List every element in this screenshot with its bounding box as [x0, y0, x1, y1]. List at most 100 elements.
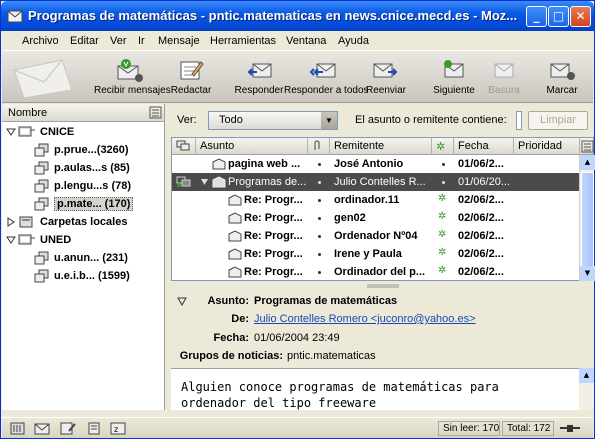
- menu-herramientas[interactable]: Herramientas: [210, 35, 276, 47]
- newsgroup-icon: [34, 251, 49, 265]
- column-picker-icon[interactable]: [581, 140, 594, 153]
- scroll-up-icon[interactable]: ▲: [579, 368, 594, 383]
- attachment-dot: [318, 181, 321, 184]
- pane-splitter-horizontal[interactable]: [171, 281, 594, 291]
- message-icon: [212, 176, 226, 188]
- search-input[interactable]: [516, 111, 522, 130]
- status-dot: [442, 181, 445, 184]
- priority-column-header[interactable]: Prioridad: [514, 138, 580, 155]
- reply-all-button[interactable]: Responder a todos: [284, 58, 369, 96]
- address-book-icon[interactable]: [86, 422, 102, 435]
- thread-row[interactable]: Re: Progr... ordinador.11 ✲ 02/06/2...: [172, 191, 580, 209]
- maximize-button[interactable]: □: [548, 6, 569, 27]
- browser-icon[interactable]: [10, 422, 26, 435]
- thread-row-selected[interactable]: Programas de... Julio Contelles R... 01/…: [172, 173, 580, 191]
- unread-star-icon[interactable]: ✲: [438, 194, 448, 204]
- thread-pane: Asunto Remitente ✲ Fecha Prioridad pagin…: [171, 137, 595, 281]
- main-toolbar: Recibir mensajes Redactar Responder Resp…: [2, 52, 593, 103]
- unread-star-icon[interactable]: ✲: [438, 230, 448, 240]
- thread-date: 02/06/2...: [458, 194, 504, 206]
- composer-icon[interactable]: [60, 422, 76, 435]
- attachment-icon: [314, 140, 320, 150]
- thread-sender: gen02: [334, 212, 366, 224]
- close-button[interactable]: ✕: [570, 6, 591, 27]
- mail-icon[interactable]: [34, 422, 50, 435]
- folder-column-header[interactable]: Nombre: [2, 104, 164, 122]
- attachment-column-header[interactable]: [308, 138, 330, 155]
- clear-button[interactable]: Limpiar: [528, 111, 588, 130]
- forward-button[interactable]: Reenviar: [364, 58, 408, 96]
- collapse-header-icon[interactable]: [177, 297, 187, 306]
- subject-column-header[interactable]: Asunto: [196, 138, 308, 155]
- thread-sender: Julio Contelles R...: [334, 176, 426, 188]
- view-select-value: Todo: [219, 114, 243, 126]
- news-server-icon: [18, 234, 35, 245]
- thread-row[interactable]: Re: Progr... gen02 ✲ 02/06/2...: [172, 209, 580, 227]
- attachment-dot: [318, 163, 321, 166]
- thread-column-header[interactable]: [172, 138, 196, 155]
- unread-star-icon[interactable]: ✲: [438, 248, 448, 258]
- next-button[interactable]: Siguiente: [432, 58, 476, 96]
- expand-right-icon[interactable]: [6, 217, 16, 227]
- from-link[interactable]: Julio Contelles Romero <juconro@yahoo.es…: [254, 313, 476, 325]
- thread-scrollbar[interactable]: ▲ ▼: [579, 155, 595, 281]
- irc-icon[interactable]: z: [110, 422, 126, 435]
- folder-pane: Nombre CNICE p.prue...(3260) p.aulas...s…: [2, 104, 165, 410]
- menu-editar[interactable]: Editar: [70, 35, 99, 47]
- folder-label: p.prue...(3260): [54, 144, 129, 156]
- compose-icon: [180, 61, 204, 80]
- status-column-header[interactable]: ✲: [432, 138, 454, 155]
- sender-column-header[interactable]: Remitente: [330, 138, 432, 155]
- column-picker-icon[interactable]: [149, 106, 162, 119]
- from-key: De:: [231, 313, 249, 325]
- mozilla-app-icon: [7, 10, 23, 23]
- expand-down-icon[interactable]: [6, 235, 16, 245]
- thread-date: 02/06/2...: [458, 248, 504, 260]
- unread-star-icon[interactable]: ✲: [438, 266, 448, 276]
- view-select[interactable]: Todo ▼: [208, 111, 338, 130]
- thread-row[interactable]: Re: Progr... Ordenador Nº04 ✲ 02/06/2...: [172, 227, 580, 245]
- folder-header-label: Nombre: [8, 107, 48, 119]
- mail-envelope-graphic: [13, 59, 73, 98]
- junk-button[interactable]: Basura: [486, 58, 522, 96]
- junk-icon: [494, 63, 514, 78]
- message-scrollbar[interactable]: ▲: [579, 368, 594, 410]
- minimize-button[interactable]: _: [526, 6, 547, 27]
- thread-date: 01/06/20...: [458, 176, 510, 188]
- title-bar[interactable]: Programas de matemáticas - pntic.matemat…: [1, 1, 594, 31]
- unread-star-icon[interactable]: ✲: [438, 212, 448, 222]
- collapse-thread-icon[interactable]: [200, 178, 209, 186]
- unread-count: Sin leer: 170: [438, 421, 500, 436]
- compose-button[interactable]: Redactar: [170, 58, 212, 96]
- thread-row[interactable]: pagina web ... José Antonio 01/06/2...: [172, 155, 580, 173]
- news-server-icon: [18, 126, 35, 137]
- online-status-icon[interactable]: [559, 423, 581, 434]
- menu-mensaje[interactable]: Mensaje: [158, 35, 200, 47]
- folder-label: CNICE: [40, 126, 75, 138]
- menu-ayuda[interactable]: Ayuda: [338, 35, 369, 47]
- thread-subject: Programas de...: [228, 176, 307, 188]
- scroll-up-icon[interactable]: ▲: [580, 155, 595, 170]
- thread-date: 02/06/2...: [458, 230, 504, 242]
- reply-icon: [247, 63, 272, 78]
- thread-subject: Re: Progr...: [244, 248, 303, 260]
- menu-ver[interactable]: Ver: [110, 35, 127, 47]
- folder-label: p.aulas...s (85): [54, 162, 130, 174]
- thread-row[interactable]: Re: Progr... Ordinador del p... ✲ 02/06/…: [172, 263, 580, 281]
- thread-sender: Ordinador del p...: [334, 266, 426, 278]
- mark-button[interactable]: Marcar: [540, 58, 584, 96]
- thread-subject: Re: Progr...: [244, 266, 303, 278]
- message-body: Alguien conoce programas de matemáticas …: [171, 368, 594, 410]
- menu-ir[interactable]: Ir: [138, 35, 145, 47]
- expand-down-icon[interactable]: [6, 127, 16, 137]
- date-column-header[interactable]: Fecha: [454, 138, 514, 155]
- scrollbar-thumb[interactable]: [581, 172, 594, 272]
- menu-ventana[interactable]: Ventana: [286, 35, 326, 47]
- menu-archivo[interactable]: Archivo: [22, 35, 59, 47]
- attachment-dot: [318, 217, 321, 220]
- scroll-down-icon[interactable]: ▼: [580, 266, 595, 281]
- thread-row[interactable]: Re: Progr... Irene y Paula ✲ 02/06/2...: [172, 245, 580, 263]
- grip-icon: [367, 284, 399, 288]
- get-messages-button[interactable]: Recibir mensajes: [94, 58, 171, 96]
- reply-button[interactable]: Responder: [234, 58, 284, 96]
